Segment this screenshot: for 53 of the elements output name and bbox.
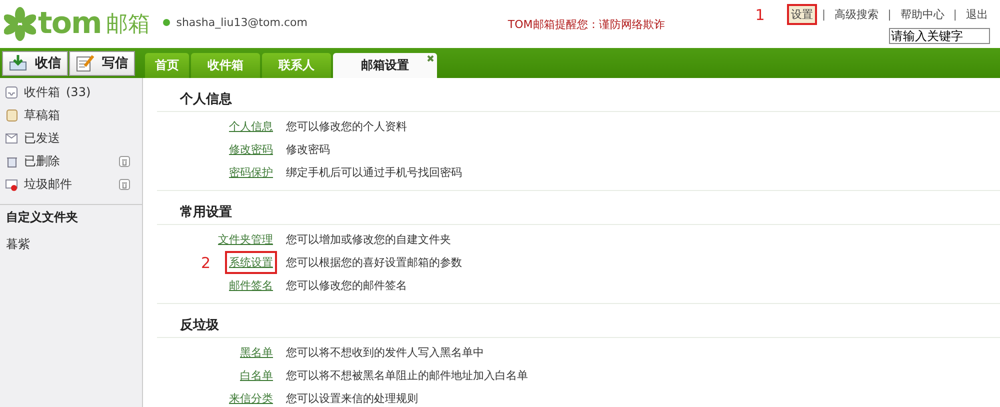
logo-text: 邮箱: [106, 10, 150, 38]
settings-link[interactable]: 黑名单: [236, 341, 277, 364]
notepad-icon: [5, 109, 18, 122]
header-link[interactable]: 高级搜索: [830, 4, 883, 25]
header-link[interactable]: 帮助中心: [896, 4, 948, 25]
settings-link[interactable]: 文件夹管理: [214, 228, 277, 251]
envelope-icon: [5, 132, 18, 145]
settings-link[interactable]: 系统设置: [225, 251, 277, 274]
notice-text: TOM邮箱提醒您：谨防网络欺诈: [506, 17, 666, 32]
folder-link[interactable]: 收件箱 (33): [24, 84, 130, 101]
download-tray-icon: [9, 54, 27, 72]
settings-link[interactable]: 密码保护: [225, 161, 277, 184]
tab[interactable]: 邮箱设置: [333, 53, 437, 78]
settings-link[interactable]: 个人信息: [225, 115, 277, 138]
setting-description: 绑定手机后可以通过手机号找回密码: [286, 165, 462, 180]
folder-link[interactable]: 已发送: [24, 130, 130, 147]
setting-description: 您可以设置来信的处理规则: [286, 391, 418, 406]
section-title: 反垃圾: [179, 317, 219, 335]
inbox-icon: [5, 86, 18, 99]
section-title: 个人信息: [179, 91, 232, 109]
flower-logo-icon: [4, 6, 36, 40]
header-link[interactable]: 设置: [786, 4, 817, 25]
section-title: 常用设置: [179, 204, 232, 222]
search-field[interactable]: 请输入关键字: [889, 28, 990, 44]
logo-text: tom: [38, 6, 102, 41]
setting-description: 您可以修改您的个人资料: [286, 119, 407, 134]
annotation-number: 2: [201, 254, 211, 272]
settings-link[interactable]: 来信分类: [225, 387, 277, 407]
separator: |: [822, 8, 826, 21]
setting-description: 您可以将不想被黑名单阻止的邮件地址加入白名单: [286, 368, 528, 383]
folder-link[interactable]: 草稿箱: [24, 107, 130, 124]
settings-link[interactable]: 修改密码: [225, 138, 277, 161]
user-email: shasha_liu13@tom.com: [176, 16, 308, 29]
setting-description: 您可以增加或修改您的自建文件夹: [286, 232, 451, 247]
setting-description: 您可以根据您的喜好设置邮箱的参数: [286, 255, 462, 270]
spam-envelope-icon: [5, 178, 18, 191]
settings-link[interactable]: 白名单: [236, 364, 277, 387]
folder-group-title: 自定义文件夹: [5, 209, 79, 226]
setting-description: 您可以修改您的邮件签名: [286, 278, 407, 293]
setting-description: 您可以将不想收到的发件人写入黑名单中: [286, 345, 484, 360]
close-icon[interactable]: [427, 55, 434, 62]
mail-action-button[interactable]: 写信: [69, 50, 135, 76]
folder-link[interactable]: 暮紫: [0, 232, 142, 257]
separator: |: [888, 8, 892, 21]
annotation-number: 1: [755, 6, 765, 24]
header-link[interactable]: 退出: [962, 4, 992, 25]
notepad-pencil-icon: [76, 54, 94, 72]
separator: |: [953, 8, 957, 21]
mail-action-button[interactable]: 收信: [2, 50, 68, 76]
folder-link[interactable]: 垃圾邮件: [24, 176, 113, 193]
settings-link[interactable]: 邮件签名: [225, 274, 277, 297]
setting-description: 修改密码: [286, 142, 330, 157]
folder-link[interactable]: 已删除: [24, 153, 113, 170]
